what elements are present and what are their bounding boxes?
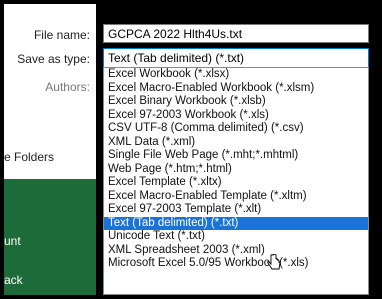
dropdown-option[interactable]: XML Spreadsheet 2003 (*.xml)	[104, 244, 368, 258]
hand-cursor-icon	[267, 254, 281, 270]
dropdown-option[interactable]: Excel Workbook (*.xlsx)	[104, 68, 368, 82]
save-as-type-dropdown: Excel Workbook (*.xlsx) Excel Macro-Enabl…	[103, 67, 369, 295]
dropdown-option[interactable]: Excel Macro-Enabled Workbook (*.xlsm)	[104, 82, 368, 96]
dropdown-option[interactable]: Excel Macro-Enabled Template (*.xltm)	[104, 190, 368, 204]
file-name-input[interactable]: GCPCA 2022 Hlth4Us.txt	[103, 24, 369, 43]
dropdown-option[interactable]: CSV UTF-8 (Comma delimited) (*.csv)	[104, 122, 368, 136]
authors-label: Authors:	[45, 80, 90, 94]
dropdown-option[interactable]: Web Page (*.htm;*.html)	[104, 163, 368, 177]
save-as-dialog: File name: Save as type: Authors: e Fold…	[4, 4, 378, 295]
dropdown-option[interactable]: Excel 97-2003 Workbook (*.xls)	[104, 109, 368, 123]
nav-item-feedback[interactable]: ack	[4, 273, 23, 287]
dropdown-option[interactable]: Excel 97-2003 Template (*.xlt)	[104, 203, 368, 217]
left-panel: File name: Save as type: Authors: e Fold…	[4, 4, 96, 295]
nav-item-account[interactable]: unt	[4, 234, 21, 248]
dropdown-option[interactable]: Excel Template (*.xltx)	[104, 176, 368, 190]
save-as-type-label: Save as type:	[17, 52, 90, 66]
dropdown-option[interactable]: XML Data (*.xml)	[104, 136, 368, 150]
folders-label[interactable]: e Folders	[4, 150, 54, 164]
dropdown-option[interactable]: Unicode Text (*.txt)	[104, 230, 368, 244]
backstage-nav: unt ack	[4, 179, 96, 295]
dropdown-option[interactable]: Excel Binary Workbook (*.xlsb)	[104, 95, 368, 109]
file-name-label: File name:	[33, 28, 90, 42]
dropdown-option[interactable]: Microsoft Excel 5.0/95 Workbook (*.xls)	[104, 257, 368, 271]
dropdown-option[interactable]: Text (Tab delimited) (*.txt)	[104, 216, 368, 230]
dropdown-option[interactable]: Single File Web Page (*.mht;*.mhtml)	[104, 149, 368, 163]
save-as-type-select[interactable]: Text (Tab delimited) (*.txt)	[103, 48, 369, 68]
